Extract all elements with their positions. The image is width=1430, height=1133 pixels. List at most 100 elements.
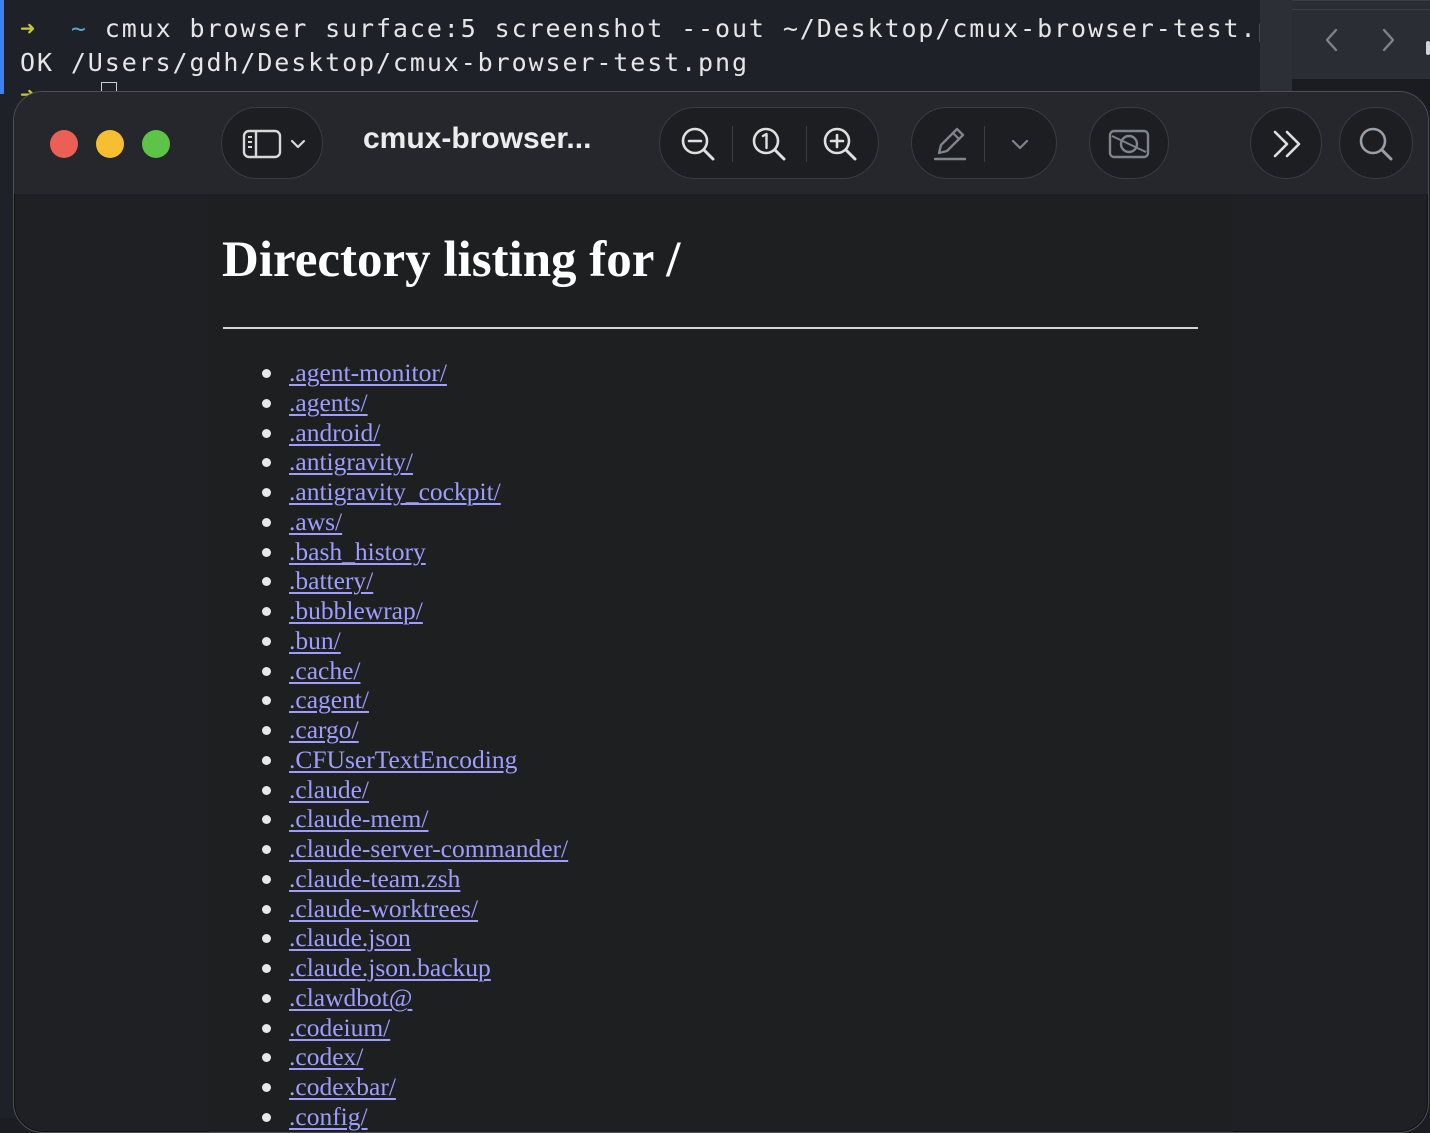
list-item: .antigravity_cockpit/ bbox=[249, 477, 568, 507]
terminal-command-line: ➜ ~ cmux browser surface:5 screenshot --… bbox=[20, 14, 1308, 43]
list-item: .CFUserTextEncoding bbox=[249, 745, 568, 775]
zoom-controls bbox=[659, 107, 879, 179]
list-item: .claude-server-commander/ bbox=[249, 834, 568, 864]
list-item: .aws/ bbox=[249, 507, 568, 537]
directory-entry-link[interactable]: .cache/ bbox=[289, 656, 360, 685]
divider bbox=[1292, 9, 1430, 10]
screenshot-button[interactable] bbox=[1089, 107, 1169, 179]
window-toolbar: cmux-browser... bbox=[14, 92, 1428, 194]
list-item: .cache/ bbox=[249, 656, 568, 686]
chevron-left-icon[interactable] bbox=[1322, 27, 1342, 53]
directory-entry-link[interactable]: .cargo/ bbox=[289, 715, 359, 744]
list-item: .claude.json bbox=[249, 923, 568, 953]
bullet-icon bbox=[262, 1083, 271, 1092]
list-item: .battery/ bbox=[249, 566, 568, 596]
double-chevron-right-icon bbox=[1261, 118, 1313, 170]
list-item: .config/ bbox=[249, 1102, 568, 1132]
list-item: .agents/ bbox=[249, 388, 568, 418]
directory-entry-link[interactable]: .CFUserTextEncoding bbox=[289, 745, 517, 774]
sidebar-toggle-button[interactable] bbox=[221, 107, 323, 179]
bullet-icon bbox=[262, 1112, 271, 1122]
list-item: .agent-monitor/ bbox=[249, 358, 568, 388]
screenshot-icon bbox=[1103, 118, 1155, 170]
maximize-button[interactable] bbox=[142, 130, 170, 158]
document-page: Directory listing for / .agent-monitor/.… bbox=[209, 195, 1233, 1132]
divider bbox=[732, 126, 733, 162]
directory-entry-link[interactable]: .cagent/ bbox=[289, 685, 369, 714]
bullet-icon bbox=[262, 696, 271, 706]
browser-nav-bar bbox=[1292, 0, 1430, 79]
directory-entry-link[interactable]: .clawdbot@ bbox=[289, 983, 412, 1012]
bullet-icon bbox=[262, 666, 271, 676]
bullet-icon bbox=[262, 488, 271, 497]
directory-entry-link[interactable]: .claude-mem/ bbox=[289, 804, 428, 833]
bullet-icon bbox=[262, 517, 271, 527]
more-tools-button[interactable] bbox=[1250, 107, 1322, 179]
list-item: .codeium/ bbox=[249, 1013, 568, 1043]
bullet-icon bbox=[262, 398, 271, 408]
list-item: .claude-mem/ bbox=[249, 804, 568, 834]
directory-entry-link[interactable]: .antigravity/ bbox=[289, 447, 413, 476]
directory-entry-link[interactable]: .agents/ bbox=[289, 388, 368, 417]
directory-entry-link[interactable]: .antigravity_cockpit/ bbox=[289, 477, 501, 506]
directory-entry-link[interactable]: .claude-server-commander/ bbox=[289, 834, 568, 863]
directory-entry-link[interactable]: .codex/ bbox=[289, 1042, 363, 1071]
zoom-out-icon[interactable] bbox=[672, 118, 724, 170]
bullet-icon bbox=[262, 785, 271, 795]
bullet-icon bbox=[262, 547, 271, 557]
list-item: .clawdbot@ bbox=[249, 983, 568, 1013]
terminal-scrollbar[interactable] bbox=[1260, 0, 1292, 94]
directory-entry-link[interactable]: .config/ bbox=[289, 1102, 368, 1131]
chevron-right-icon[interactable] bbox=[1378, 27, 1398, 53]
directory-entry-link[interactable]: .bun/ bbox=[289, 626, 341, 655]
directory-entry-link[interactable]: .claude.json bbox=[289, 923, 411, 952]
bullet-icon bbox=[262, 904, 271, 914]
edge-marker bbox=[1426, 41, 1430, 55]
markup-menu-chevron-icon[interactable] bbox=[994, 118, 1046, 170]
list-item: .claude-team.zsh bbox=[249, 864, 568, 894]
bullet-icon bbox=[262, 964, 271, 973]
list-item: .android/ bbox=[249, 418, 568, 448]
divider bbox=[984, 126, 985, 162]
directory-entry-link[interactable]: .codeium/ bbox=[289, 1013, 390, 1042]
directory-entry-link[interactable]: .bubblewrap/ bbox=[289, 596, 423, 625]
list-item: .bash_history bbox=[249, 537, 568, 567]
directory-entry-link[interactable]: .battery/ bbox=[289, 566, 373, 595]
directory-entry-link[interactable]: .aws/ bbox=[289, 507, 342, 536]
list-item: .cargo/ bbox=[249, 715, 568, 745]
document-title: cmux-browser... bbox=[363, 122, 592, 155]
search-button[interactable] bbox=[1339, 107, 1413, 179]
directory-entry-link[interactable]: .bash_history bbox=[289, 537, 426, 566]
directory-entry-link[interactable]: .claude-team.zsh bbox=[289, 864, 460, 893]
actual-size-icon[interactable] bbox=[743, 118, 795, 170]
directory-entry-link[interactable]: .codexbar/ bbox=[289, 1072, 396, 1101]
directory-entry-link[interactable]: .claude/ bbox=[289, 775, 369, 804]
minimize-button[interactable] bbox=[96, 130, 124, 158]
markup-controls bbox=[911, 107, 1057, 179]
zoom-in-icon[interactable] bbox=[814, 118, 866, 170]
terminal-output-line: OK /Users/gdh/Desktop/cmux-browser-test.… bbox=[20, 48, 749, 77]
horizontal-rule bbox=[223, 327, 1198, 329]
list-item: .bun/ bbox=[249, 626, 568, 656]
terminal-active-indicator bbox=[0, 0, 4, 94]
preview-window: cmux-browser... Directory listing for / … bbox=[13, 91, 1429, 1133]
list-item: .codex/ bbox=[249, 1042, 568, 1072]
divider bbox=[806, 126, 807, 162]
directory-entry-link[interactable]: .claude-worktrees/ bbox=[289, 894, 478, 923]
bullet-icon bbox=[262, 1053, 271, 1063]
bullet-icon bbox=[262, 726, 271, 735]
bullet-icon bbox=[262, 577, 271, 587]
close-button[interactable] bbox=[50, 130, 78, 158]
bullet-icon bbox=[262, 1023, 271, 1033]
directory-entry-link[interactable]: .claude.json.backup bbox=[289, 953, 491, 982]
bullet-icon bbox=[262, 815, 271, 825]
bullet-icon bbox=[262, 845, 271, 854]
directory-entry-link[interactable]: .android/ bbox=[289, 418, 380, 447]
search-icon bbox=[1350, 118, 1402, 170]
pen-icon[interactable] bbox=[924, 118, 976, 170]
list-item: .claude-worktrees/ bbox=[249, 894, 568, 924]
list-item: .antigravity/ bbox=[249, 447, 568, 477]
directory-entry-link[interactable]: .agent-monitor/ bbox=[289, 358, 447, 387]
bullet-icon bbox=[262, 607, 271, 616]
list-item: .cagent/ bbox=[249, 685, 568, 715]
